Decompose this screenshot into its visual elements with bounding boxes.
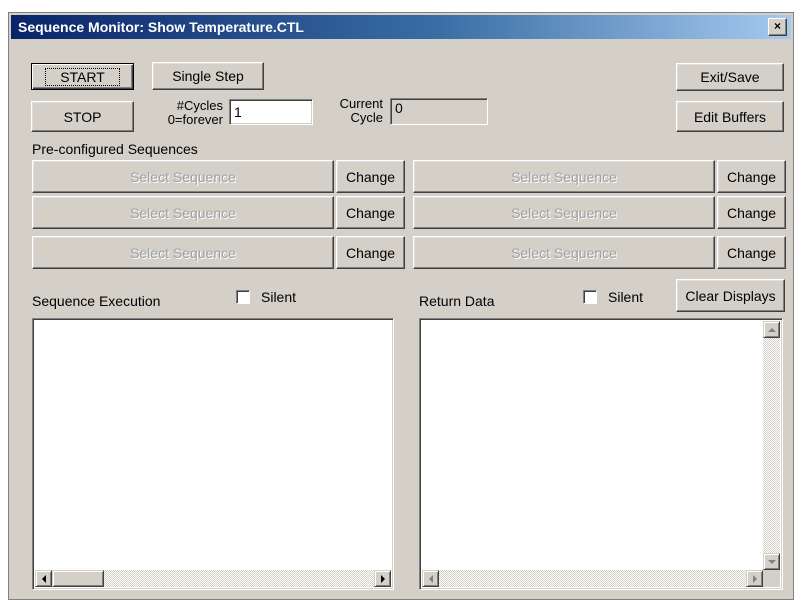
clear-displays-button[interactable]: Clear Displays: [676, 279, 785, 312]
scroll-right-button[interactable]: [746, 570, 763, 587]
edit-buffers-button[interactable]: Edit Buffers: [676, 101, 784, 132]
scrollbar-corner: [763, 570, 780, 587]
change-label: Change: [345, 244, 396, 261]
select-sequence-label: Select Sequence: [511, 168, 617, 185]
change-button-5[interactable]: Change: [336, 236, 405, 269]
change-button-2[interactable]: Change: [717, 160, 786, 193]
cycles-input[interactable]: [229, 99, 313, 125]
change-label: Change: [345, 168, 396, 185]
arrow-left-icon: [428, 574, 433, 583]
current-cycle-label: Current Cycle: [325, 97, 383, 125]
change-label: Change: [726, 244, 777, 261]
select-sequence-button-1[interactable]: Select Sequence: [32, 160, 334, 193]
return-data-list[interactable]: [419, 318, 783, 590]
select-sequence-button-3[interactable]: Select Sequence: [32, 196, 334, 229]
edit-buffers-label: Edit Buffers: [693, 108, 767, 125]
sequence-execution-list[interactable]: [32, 318, 394, 590]
return-horizontal-scrollbar[interactable]: [422, 570, 763, 587]
scroll-right-button[interactable]: [374, 570, 391, 587]
select-sequence-label: Select Sequence: [511, 244, 617, 261]
current-cycle-value: 0: [395, 100, 403, 116]
change-button-6[interactable]: Change: [717, 236, 786, 269]
arrow-right-icon: [752, 574, 757, 583]
sequence-execution-label: Sequence Execution: [32, 293, 161, 309]
execution-horizontal-scrollbar[interactable]: [35, 570, 391, 587]
arrow-up-icon: [767, 327, 776, 332]
current-cycle-label-line2: Cycle: [350, 110, 383, 125]
title-bar[interactable]: Sequence Monitor: Show Temperature.CTL ×: [11, 15, 791, 39]
close-button[interactable]: ×: [768, 18, 787, 36]
change-button-3[interactable]: Change: [336, 196, 405, 229]
change-label: Change: [726, 204, 777, 221]
close-icon: ×: [773, 19, 781, 33]
select-sequence-button-6[interactable]: Select Sequence: [413, 236, 715, 269]
arrow-right-icon: [380, 574, 385, 583]
cycles-label-line2: 0=forever: [167, 112, 223, 127]
return-silent-checkbox[interactable]: [583, 290, 597, 304]
select-sequence-label: Select Sequence: [130, 244, 236, 261]
window-title: Sequence Monitor: Show Temperature.CTL: [18, 19, 304, 35]
stop-button-label: STOP: [63, 108, 102, 125]
scroll-left-button[interactable]: [422, 570, 439, 587]
exit-save-button[interactable]: Exit/Save: [676, 63, 784, 91]
select-sequence-button-5[interactable]: Select Sequence: [32, 236, 334, 269]
single-step-button[interactable]: Single Step: [152, 62, 264, 90]
current-cycle-label-line1: Current: [339, 96, 383, 111]
scroll-up-button[interactable]: [763, 321, 780, 338]
change-button-4[interactable]: Change: [717, 196, 786, 229]
current-cycle-field: 0: [390, 98, 488, 125]
exit-save-label: Exit/Save: [700, 69, 760, 85]
select-sequence-label: Select Sequence: [130, 168, 236, 185]
cycles-label-line1: #Cycles: [176, 98, 223, 113]
select-sequence-label: Select Sequence: [511, 204, 617, 221]
change-button-1[interactable]: Change: [336, 160, 405, 193]
select-sequence-button-2[interactable]: Select Sequence: [413, 160, 715, 193]
start-button-label: START: [45, 67, 120, 86]
select-sequence-button-4[interactable]: Select Sequence: [413, 196, 715, 229]
return-vertical-scrollbar[interactable]: [763, 321, 780, 570]
change-label: Change: [726, 168, 777, 185]
scroll-down-button[interactable]: [763, 553, 780, 570]
select-sequence-label: Select Sequence: [130, 204, 236, 221]
stop-button[interactable]: STOP: [31, 101, 134, 132]
sequence-monitor-window: Sequence Monitor: Show Temperature.CTL ×…: [8, 12, 794, 600]
cycles-label: #Cycles 0=forever: [159, 99, 223, 127]
arrow-left-icon: [41, 574, 46, 583]
preconfigured-sequences-label: Pre-configured Sequences: [32, 141, 198, 157]
change-label: Change: [345, 204, 396, 221]
clear-displays-label: Clear Displays: [685, 287, 776, 304]
single-step-label: Single Step: [172, 68, 244, 84]
scroll-left-button[interactable]: [35, 570, 52, 587]
execution-silent-checkbox[interactable]: [236, 290, 250, 304]
scroll-thumb[interactable]: [52, 570, 104, 587]
start-button[interactable]: START: [31, 63, 134, 90]
execution-silent-label: Silent: [261, 289, 297, 305]
arrow-down-icon: [767, 559, 776, 564]
return-silent-label: Silent: [608, 289, 644, 305]
return-data-label: Return Data: [419, 293, 495, 309]
